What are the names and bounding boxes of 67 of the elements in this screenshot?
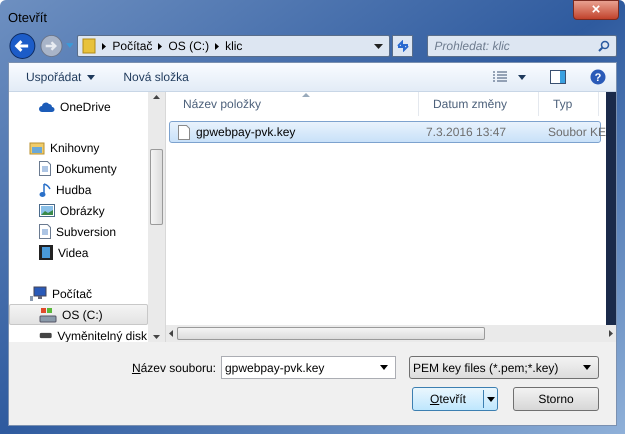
scrollbar-thumb[interactable] <box>177 327 485 340</box>
folder-icon <box>82 38 96 54</box>
nav-item[interactable]: OS (C:) <box>9 304 148 325</box>
picture-icon <box>39 204 55 217</box>
breadcrumb-item[interactable]: Počítač <box>112 37 152 55</box>
music-note-icon <box>39 182 51 198</box>
chevron-icon[interactable] <box>102 42 106 50</box>
dropdown-arrow-icon[interactable] <box>486 396 494 402</box>
drive-icon <box>39 306 57 322</box>
refresh-icon <box>396 40 410 52</box>
library-folder-icon <box>29 140 45 154</box>
file-date: 7.3.2016 13:47 <box>425 124 508 141</box>
window-title: Otevřít <box>8 9 48 27</box>
view-list-icon[interactable] <box>492 71 508 83</box>
file-name: gpwebpay-pvk.key <box>196 124 296 141</box>
horizontal-scrollbar[interactable] <box>166 325 616 342</box>
address-bar[interactable]: Počítač OS (C:) klic <box>77 35 390 57</box>
chevron-icon[interactable] <box>215 42 220 50</box>
search-field[interactable]: Prohledat: klic <box>427 35 617 57</box>
caret-icon <box>87 74 96 80</box>
nav-item[interactable]: Knihovny <box>9 137 148 158</box>
search-input[interactable]: Prohledat: klic <box>434 37 598 55</box>
new-folder-button[interactable]: Nová složka <box>123 68 189 86</box>
nav-item[interactable]: Dokumenty <box>9 158 148 179</box>
file-type-dropdown[interactable]: PEM key files (*.pem;*.key) <box>409 356 599 379</box>
nav-item[interactable]: OneDrive <box>9 96 148 117</box>
open-button[interactable]: Otevřít <box>412 387 498 411</box>
nav-item[interactable]: Videa <box>9 242 148 263</box>
filename-field[interactable]: gpwebpay-pvk.key <box>221 356 396 379</box>
computer-icon <box>29 286 47 301</box>
scrollbar-thumb[interactable] <box>150 149 163 225</box>
column-header[interactable]: Datum změny <box>419 92 539 116</box>
breadcrumb-item[interactable]: klic <box>225 37 242 55</box>
breadcrumb-item[interactable]: OS (C:) <box>168 37 210 55</box>
document-icon <box>39 224 51 239</box>
filename-input[interactable]: gpwebpay-pvk.key <box>225 358 380 376</box>
nav-item[interactable]: Obrázky <box>9 200 148 221</box>
scroll-down-icon[interactable] <box>153 335 160 339</box>
back-icon[interactable] <box>8 31 37 61</box>
nav-item[interactable]: Hudba <box>9 179 148 200</box>
refresh-button[interactable] <box>392 35 414 57</box>
nav-item[interactable]: Subversion <box>9 221 148 242</box>
sort-arrow-icon <box>302 93 310 97</box>
scroll-left-icon[interactable] <box>169 330 173 337</box>
filename-label: Název souboru: <box>132 360 216 376</box>
film-icon <box>39 245 53 260</box>
dropdown-arrow-icon <box>583 365 591 370</box>
cloud-icon <box>39 100 55 112</box>
nav-item[interactable]: Počítač <box>9 283 148 304</box>
file-icon <box>178 124 190 140</box>
column-header[interactable]: Typ <box>539 92 599 116</box>
organize-button[interactable]: Uspořádat <box>26 68 96 86</box>
drive-icon <box>39 331 52 340</box>
document-icon <box>39 161 51 176</box>
nav-item[interactable]: Vyměnitelný disk <box>9 325 148 342</box>
forward-icon[interactable] <box>38 33 64 59</box>
column-header[interactable]: Název položky <box>169 92 419 116</box>
dropdown-arrow-icon[interactable] <box>380 365 388 370</box>
search-icon <box>598 40 610 52</box>
help-icon[interactable]: ? <box>590 69 606 85</box>
dropdown-arrow-icon[interactable] <box>374 44 384 48</box>
scroll-right-icon[interactable] <box>609 330 613 337</box>
preview-pane-icon[interactable] <box>550 70 566 84</box>
scroll-up-icon[interactable] <box>153 95 160 99</box>
dropdown-arrow-icon[interactable] <box>518 74 526 80</box>
cancel-button[interactable]: Storno <box>513 387 599 411</box>
chevron-icon[interactable] <box>158 42 162 50</box>
